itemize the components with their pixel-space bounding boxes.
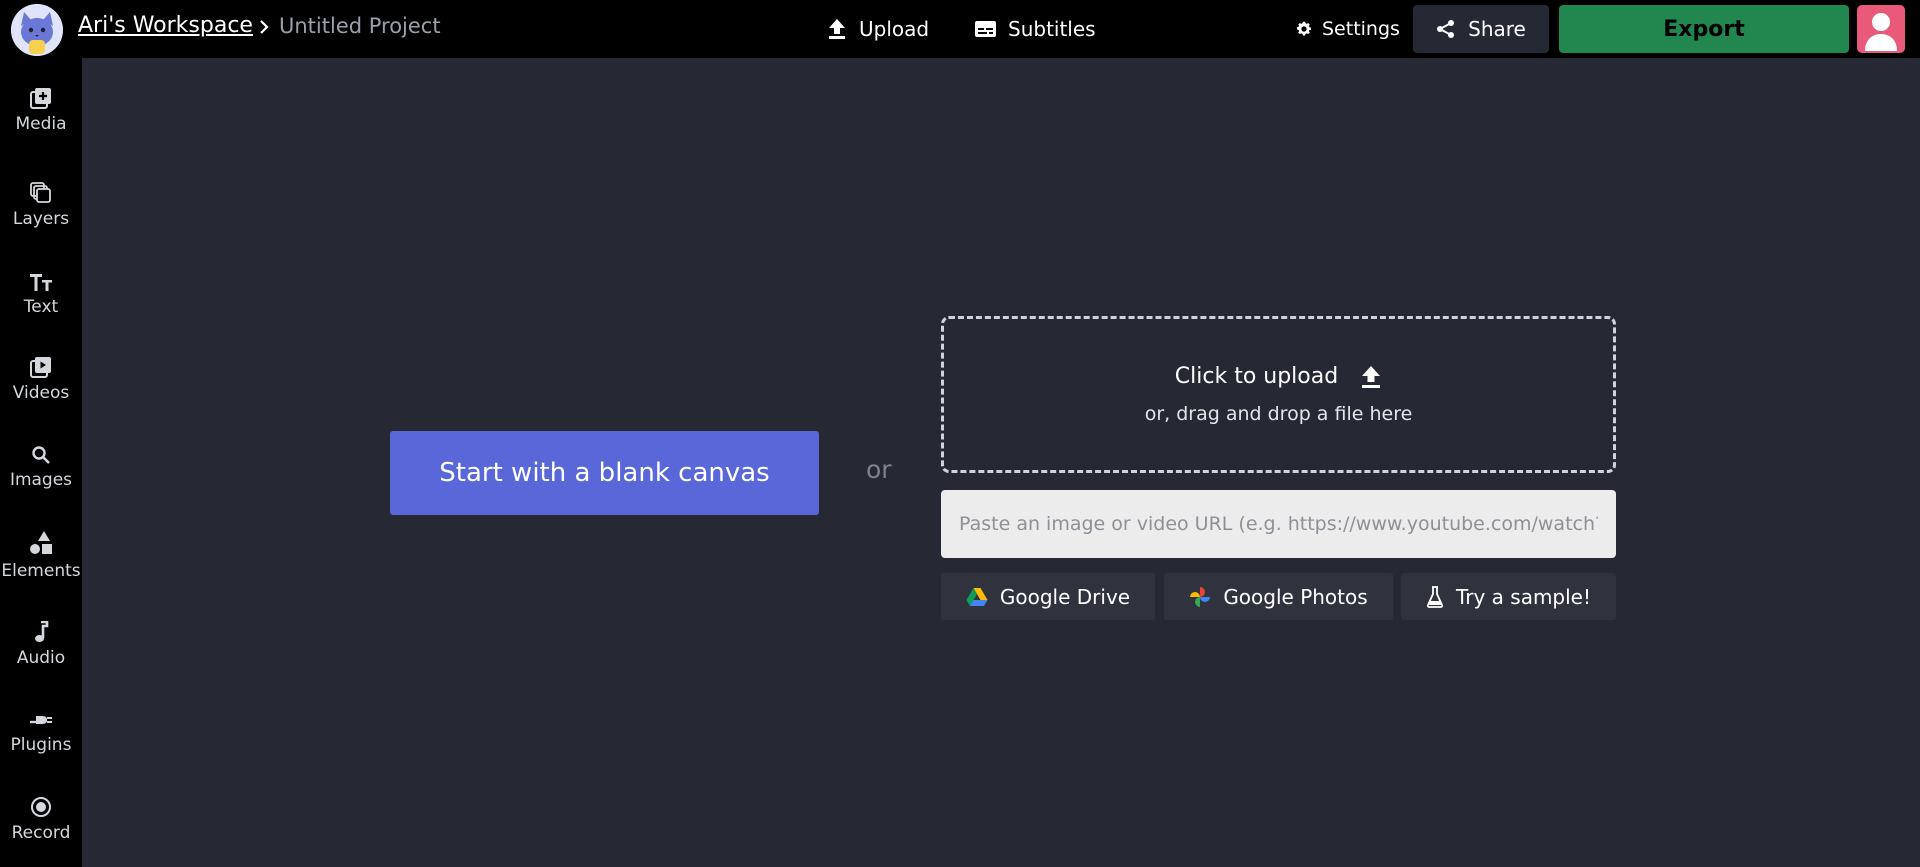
sidebar-item-audio[interactable]: Audio: [0, 621, 82, 668]
user-avatar[interactable]: [1857, 5, 1905, 53]
dropzone-subtitle: or, drag and drop a file here: [1144, 403, 1413, 425]
project-title[interactable]: Untitled Project: [279, 14, 441, 38]
upload-dropzone[interactable]: Click to upload or, drag and drop a file…: [941, 316, 1616, 473]
google-drive-button[interactable]: Google Drive: [941, 573, 1155, 620]
upload-button[interactable]: Upload: [827, 14, 929, 44]
sidebar-item-plugins[interactable]: Plugins: [0, 710, 82, 755]
text-icon: [30, 274, 52, 291]
shapes-icon: [30, 531, 52, 554]
sidebar-item-label: Videos: [12, 383, 70, 403]
record-icon: [31, 797, 51, 817]
share-button[interactable]: Share: [1413, 5, 1549, 53]
search-icon: [32, 446, 50, 464]
google-photos-icon: [1190, 586, 1211, 607]
sidebar-item-label: Media: [15, 114, 67, 134]
music-note-icon: [35, 621, 49, 642]
settings-button[interactable]: Settings: [1295, 14, 1400, 44]
user-icon: [1865, 13, 1897, 51]
google-photos-button[interactable]: Google Photos: [1164, 573, 1393, 620]
cat-mascot-icon: [11, 4, 63, 56]
sidebar-item-label: Record: [11, 823, 71, 843]
sidebar-item-label: Images: [9, 470, 73, 490]
blank-canvas-button[interactable]: Start with a blank canvas: [390, 431, 819, 515]
sidebar-item-elements[interactable]: Elements: [0, 530, 82, 581]
google-drive-icon: [966, 587, 988, 606]
sidebar-item-images[interactable]: Images: [0, 445, 82, 490]
try-sample-button[interactable]: Try a sample!: [1401, 573, 1616, 620]
share-label: Share: [1468, 17, 1526, 41]
sidebar-item-videos[interactable]: Videos: [0, 356, 82, 403]
top-bar: Ari's Workspace Untitled Project Upload …: [0, 0, 1920, 58]
sidebar: Media Layers Text Videos Images Elements…: [0, 58, 82, 867]
sidebar-item-label: Plugins: [10, 735, 72, 755]
google-photos-label: Google Photos: [1223, 584, 1368, 609]
sidebar-item-record[interactable]: Record: [0, 796, 82, 843]
dropzone-title: Click to upload: [1175, 364, 1382, 389]
flask-icon: [1426, 585, 1444, 608]
google-drive-label: Google Drive: [999, 584, 1131, 609]
sidebar-item-label: Layers: [12, 209, 70, 229]
workspace-link[interactable]: Ari's Workspace: [78, 13, 253, 38]
videos-icon: [30, 357, 51, 378]
sidebar-item-label: Elements: [1, 561, 81, 581]
try-sample-label: Try a sample!: [1455, 584, 1592, 609]
subtitles-icon: [975, 21, 996, 37]
subtitles-label: Subtitles: [1008, 17, 1096, 41]
media-icon: [30, 88, 51, 109]
sidebar-item-label: Audio: [16, 648, 66, 668]
dropzone-title-text: Click to upload: [1174, 364, 1339, 389]
sidebar-item-text[interactable]: Text: [0, 272, 82, 317]
or-separator: or: [866, 455, 892, 484]
settings-label: Settings: [1322, 18, 1400, 40]
upload-label: Upload: [859, 17, 930, 41]
workspace-avatar[interactable]: [11, 4, 63, 56]
sidebar-item-layers[interactable]: Layers: [0, 182, 82, 229]
subtitles-button[interactable]: Subtitles: [975, 14, 1096, 44]
sidebar-item-label: Text: [23, 297, 59, 317]
upload-icon: [1362, 365, 1381, 388]
upload-icon: [829, 19, 845, 39]
share-icon: [1437, 20, 1455, 38]
url-input[interactable]: [941, 490, 1616, 558]
plug-icon: [30, 716, 52, 724]
sidebar-item-media[interactable]: Media: [0, 87, 82, 134]
export-button[interactable]: Export: [1559, 5, 1849, 53]
gear-icon: [1296, 21, 1312, 36]
chevron-right-icon: [260, 20, 269, 34]
layers-icon: [30, 182, 51, 203]
